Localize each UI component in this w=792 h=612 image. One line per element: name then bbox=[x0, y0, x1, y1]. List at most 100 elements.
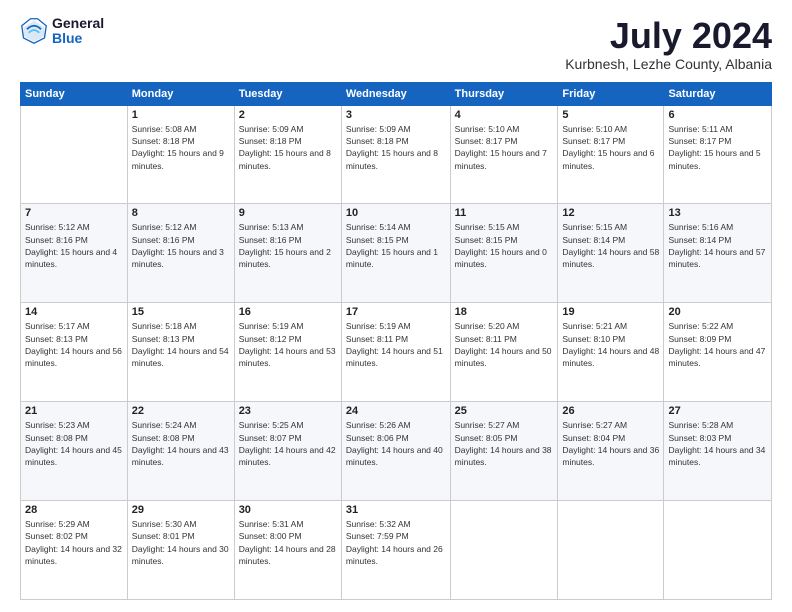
calendar-week-row: 21Sunrise: 5:23 AMSunset: 8:08 PMDayligh… bbox=[21, 402, 772, 501]
calendar-cell: 1 Sunrise: 5:08 AMSunset: 8:18 PMDaylight… bbox=[127, 105, 234, 204]
calendar-cell bbox=[21, 105, 128, 204]
calendar-table: SundayMondayTuesdayWednesdayThursdayFrid… bbox=[20, 82, 772, 600]
cell-info: Sunrise: 5:28 AMSunset: 8:03 PMDaylight:… bbox=[668, 419, 767, 468]
calendar-cell: 3 Sunrise: 5:09 AMSunset: 8:18 PMDaylight… bbox=[341, 105, 450, 204]
calendar-cell: 30 Sunrise: 5:31 AMSunset: 8:00 PMDayligh… bbox=[234, 501, 341, 600]
calendar-week-row: 28Sunrise: 5:29 AMSunset: 8:02 PMDayligh… bbox=[21, 501, 772, 600]
calendar-cell: 28Sunrise: 5:29 AMSunset: 8:02 PMDayligh… bbox=[21, 501, 128, 600]
calendar-cell: 14Sunrise: 5:17 AMSunset: 8:13 PMDayligh… bbox=[21, 303, 128, 402]
cell-date: 7 bbox=[25, 207, 123, 219]
calendar-cell bbox=[664, 501, 772, 600]
calendar-cell: 4Sunrise: 5:10 AMSunset: 8:17 PMDaylight… bbox=[450, 105, 558, 204]
cell-date: 11 bbox=[455, 207, 554, 219]
calendar-day-header: Wednesday bbox=[341, 82, 450, 105]
cell-date: 9 bbox=[239, 207, 337, 219]
cell-info: Sunrise: 5:21 AMSunset: 8:10 PMDaylight:… bbox=[562, 320, 659, 369]
calendar-cell: 29Sunrise: 5:30 AMSunset: 8:01 PMDayligh… bbox=[127, 501, 234, 600]
calendar-week-row: 7 Sunrise: 5:12 AMSunset: 8:16 PMDaylight… bbox=[21, 204, 772, 303]
logo-icon bbox=[20, 17, 48, 45]
cell-info: Sunrise: 5:13 AMSunset: 8:16 PMDaylight:… bbox=[239, 221, 337, 270]
cell-date: 27 bbox=[668, 405, 767, 417]
calendar-day-header: Thursday bbox=[450, 82, 558, 105]
cell-info: Sunrise: 5:27 AMSunset: 8:04 PMDaylight:… bbox=[562, 419, 659, 468]
calendar-cell: 9 Sunrise: 5:13 AMSunset: 8:16 PMDaylight… bbox=[234, 204, 341, 303]
cell-date: 30 bbox=[239, 504, 337, 516]
cell-info: Sunrise: 5:24 AMSunset: 8:08 PMDaylight:… bbox=[132, 419, 230, 468]
page: General Blue July 2024 Kurbnesh, Lezhe C… bbox=[0, 0, 792, 612]
calendar-cell: 15 Sunrise: 5:18 AMSunset: 8:13 PMDayligh… bbox=[127, 303, 234, 402]
cell-date: 5 bbox=[562, 109, 659, 121]
calendar-cell: 17Sunrise: 5:19 AMSunset: 8:11 PMDayligh… bbox=[341, 303, 450, 402]
cell-date: 2 bbox=[239, 109, 337, 121]
cell-date: 26 bbox=[562, 405, 659, 417]
cell-date: 21 bbox=[25, 405, 123, 417]
header: General Blue July 2024 Kurbnesh, Lezhe C… bbox=[20, 16, 772, 72]
cell-info: Sunrise: 5:12 AMSunset: 8:16 PMDaylight:… bbox=[132, 221, 230, 270]
cell-info: Sunrise: 5:31 AMSunset: 8:00 PMDaylight:… bbox=[239, 518, 337, 567]
calendar-cell: 23 Sunrise: 5:25 AMSunset: 8:07 PMDayligh… bbox=[234, 402, 341, 501]
calendar-cell bbox=[558, 501, 664, 600]
cell-date: 12 bbox=[562, 207, 659, 219]
cell-date: 31 bbox=[346, 504, 446, 516]
cell-info: Sunrise: 5:20 AMSunset: 8:11 PMDaylight:… bbox=[455, 320, 554, 369]
logo-general: General bbox=[52, 16, 104, 31]
cell-date: 18 bbox=[455, 306, 554, 318]
cell-info: Sunrise: 5:11 AMSunset: 8:17 PMDaylight:… bbox=[668, 123, 767, 172]
cell-date: 1 bbox=[132, 109, 230, 121]
calendar-day-header: Monday bbox=[127, 82, 234, 105]
calendar-cell: 22Sunrise: 5:24 AMSunset: 8:08 PMDayligh… bbox=[127, 402, 234, 501]
cell-date: 16 bbox=[239, 306, 337, 318]
cell-info: Sunrise: 5:19 AMSunset: 8:11 PMDaylight:… bbox=[346, 320, 446, 369]
title-block: July 2024 Kurbnesh, Lezhe County, Albani… bbox=[565, 16, 772, 72]
calendar-day-header: Tuesday bbox=[234, 82, 341, 105]
calendar-cell: 8 Sunrise: 5:12 AMSunset: 8:16 PMDaylight… bbox=[127, 204, 234, 303]
cell-date: 19 bbox=[562, 306, 659, 318]
calendar-header-row: SundayMondayTuesdayWednesdayThursdayFrid… bbox=[21, 82, 772, 105]
cell-date: 4 bbox=[455, 109, 554, 121]
cell-info: Sunrise: 5:08 AMSunset: 8:18 PMDaylight:… bbox=[132, 123, 230, 172]
cell-info: Sunrise: 5:22 AMSunset: 8:09 PMDaylight:… bbox=[668, 320, 767, 369]
cell-info: Sunrise: 5:17 AMSunset: 8:13 PMDaylight:… bbox=[25, 320, 123, 369]
cell-date: 13 bbox=[668, 207, 767, 219]
cell-info: Sunrise: 5:12 AMSunset: 8:16 PMDaylight:… bbox=[25, 221, 123, 270]
calendar-cell: 18 Sunrise: 5:20 AMSunset: 8:11 PMDayligh… bbox=[450, 303, 558, 402]
calendar-day-header: Friday bbox=[558, 82, 664, 105]
main-title: July 2024 bbox=[565, 16, 772, 56]
calendar-cell: 13 Sunrise: 5:16 AMSunset: 8:14 PMDayligh… bbox=[664, 204, 772, 303]
calendar-week-row: 14Sunrise: 5:17 AMSunset: 8:13 PMDayligh… bbox=[21, 303, 772, 402]
cell-info: Sunrise: 5:09 AMSunset: 8:18 PMDaylight:… bbox=[346, 123, 446, 172]
calendar-cell: 19 Sunrise: 5:21 AMSunset: 8:10 PMDayligh… bbox=[558, 303, 664, 402]
cell-info: Sunrise: 5:15 AMSunset: 8:14 PMDaylight:… bbox=[562, 221, 659, 270]
calendar-day-header: Sunday bbox=[21, 82, 128, 105]
cell-info: Sunrise: 5:09 AMSunset: 8:18 PMDaylight:… bbox=[239, 123, 337, 172]
cell-info: Sunrise: 5:10 AMSunset: 8:17 PMDaylight:… bbox=[562, 123, 659, 172]
cell-info: Sunrise: 5:19 AMSunset: 8:12 PMDaylight:… bbox=[239, 320, 337, 369]
cell-info: Sunrise: 5:18 AMSunset: 8:13 PMDaylight:… bbox=[132, 320, 230, 369]
calendar-cell: 7 Sunrise: 5:12 AMSunset: 8:16 PMDaylight… bbox=[21, 204, 128, 303]
cell-info: Sunrise: 5:27 AMSunset: 8:05 PMDaylight:… bbox=[455, 419, 554, 468]
calendar-cell: 25Sunrise: 5:27 AMSunset: 8:05 PMDayligh… bbox=[450, 402, 558, 501]
cell-info: Sunrise: 5:25 AMSunset: 8:07 PMDaylight:… bbox=[239, 419, 337, 468]
logo-blue: Blue bbox=[52, 31, 104, 46]
cell-info: Sunrise: 5:14 AMSunset: 8:15 PMDaylight:… bbox=[346, 221, 446, 270]
subtitle: Kurbnesh, Lezhe County, Albania bbox=[565, 56, 772, 72]
cell-info: Sunrise: 5:32 AMSunset: 7:59 PMDaylight:… bbox=[346, 518, 446, 567]
cell-date: 10 bbox=[346, 207, 446, 219]
cell-date: 23 bbox=[239, 405, 337, 417]
cell-info: Sunrise: 5:15 AMSunset: 8:15 PMDaylight:… bbox=[455, 221, 554, 270]
calendar-cell: 16 Sunrise: 5:19 AMSunset: 8:12 PMDayligh… bbox=[234, 303, 341, 402]
calendar-cell bbox=[450, 501, 558, 600]
cell-date: 20 bbox=[668, 306, 767, 318]
cell-info: Sunrise: 5:29 AMSunset: 8:02 PMDaylight:… bbox=[25, 518, 123, 567]
calendar-day-header: Saturday bbox=[664, 82, 772, 105]
calendar-cell: 24Sunrise: 5:26 AMSunset: 8:06 PMDayligh… bbox=[341, 402, 450, 501]
cell-date: 8 bbox=[132, 207, 230, 219]
cell-date: 29 bbox=[132, 504, 230, 516]
cell-info: Sunrise: 5:16 AMSunset: 8:14 PMDaylight:… bbox=[668, 221, 767, 270]
cell-date: 15 bbox=[132, 306, 230, 318]
calendar-cell: 11 Sunrise: 5:15 AMSunset: 8:15 PMDayligh… bbox=[450, 204, 558, 303]
calendar-cell: 12 Sunrise: 5:15 AMSunset: 8:14 PMDayligh… bbox=[558, 204, 664, 303]
logo: General Blue bbox=[20, 16, 104, 47]
calendar-week-row: 1 Sunrise: 5:08 AMSunset: 8:18 PMDaylight… bbox=[21, 105, 772, 204]
cell-date: 3 bbox=[346, 109, 446, 121]
